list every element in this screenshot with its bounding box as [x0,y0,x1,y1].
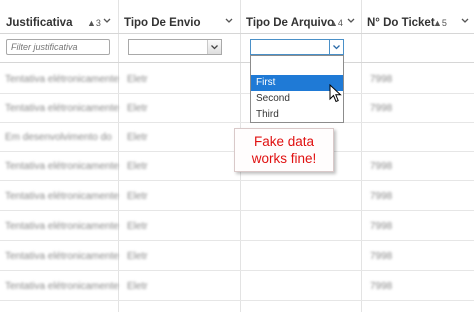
chevron-down-icon[interactable] [224,16,234,26]
mouse-pointer-icon [329,84,342,103]
justificativa-filter-input[interactable] [6,39,110,55]
table-row[interactable]: Tentativa elétronicamente Eletr 7998 [0,92,474,123]
column-title: Tipo De Arquivo [246,17,335,29]
cell-ticket: 7998 [370,251,393,262]
sort-index: 5 [441,18,447,28]
cell-ticket: 7998 [370,191,393,202]
cell-justificativa: Tentativa elétronicamente [5,191,119,202]
callout-line-1: Fake data [253,134,315,149]
tipo-de-arquivo-filter-select[interactable] [250,39,344,55]
cell-justificativa: Tentativa elétronicamente [5,281,119,292]
select-arrow-button[interactable] [329,39,344,55]
cell-justificativa: Tentativa elétronicamente [5,103,119,114]
header-justificativa[interactable]: Justificativa ▲3 [0,0,118,33]
filter-row [0,34,474,63]
cell-justificativa: Tentativa elétronicamente [5,161,119,172]
cell-ticket: 7998 [370,74,393,85]
tipo-de-envio-filter-select[interactable] [128,39,222,55]
callout-line-2: works fine! [251,151,317,166]
sort-index: 4 [337,18,343,28]
sort-indicator: ▲3 [87,18,101,28]
cell-tipo-de-envio: Eletr [127,132,148,143]
cell-ticket: 7998 [370,161,393,172]
cell-tipo-de-envio: Eletr [127,74,148,85]
table-row[interactable]: Tentativa elétronicamente Eletr 7998 [0,240,474,271]
cell-tipo-de-envio: Eletr [127,281,148,292]
cell-tipo-de-envio: Eletr [127,251,148,262]
sort-index: 3 [95,18,101,28]
annotation-callout: Fake data works fine! [234,128,334,172]
table-row[interactable]: Tentativa elétronicamente Eletr 7998 [0,270,474,301]
chevron-down-icon[interactable] [460,16,470,26]
chevron-down-icon [333,45,340,50]
header-ticket[interactable]: N° Do Ticket ▲5 [361,0,474,33]
dropdown-option-blank[interactable] [251,58,343,74]
chevron-down-icon[interactable] [346,16,356,26]
column-title: N° Do Ticket [367,17,435,29]
chevron-down-icon [211,45,218,50]
cell-justificativa: Tentativa elétronicamente [5,74,119,85]
chevron-down-icon[interactable] [102,16,112,26]
cell-ticket: 7998 [370,221,393,232]
sort-indicator: ▲5 [433,18,447,28]
cell-tipo-de-envio: Eletr [127,191,148,202]
column-title: Justificativa [6,17,73,29]
header-tipo-de-envio[interactable]: Tipo De Envio [118,0,240,33]
sort-indicator: ▲4 [329,18,343,28]
cell-ticket: 7998 [370,281,393,292]
cell-justificativa: Tentativa elétronicamente [5,251,119,262]
table-row[interactable]: Tentativa elétronicamente Eletr 7998 [0,180,474,211]
cell-ticket: 7998 [370,103,393,114]
dropdown-option-third[interactable]: Third [251,107,343,123]
data-grid: Justificativa ▲3 Tipo De Envio Tipo De A… [0,0,474,312]
table-row[interactable]: Tentativa elétronicamente Eletr 7998 [0,63,474,94]
cell-justificativa: Tentativa elétronicamente [5,221,119,232]
table-row[interactable]: Tentativa elétronicamente Eletr 7998 [0,210,474,241]
cell-justificativa: Em desenvolvimento do [5,132,112,143]
header-tipo-de-arquivo[interactable]: Tipo De Arquivo ▲4 [240,0,361,33]
grid-header: Justificativa ▲3 Tipo De Envio Tipo De A… [0,0,474,34]
cell-tipo-de-envio: Eletr [127,103,148,114]
column-title: Tipo De Envio [124,17,201,29]
cell-tipo-de-envio: Eletr [127,161,148,172]
cell-tipo-de-envio: Eletr [127,221,148,232]
select-arrow-button[interactable] [207,40,221,54]
